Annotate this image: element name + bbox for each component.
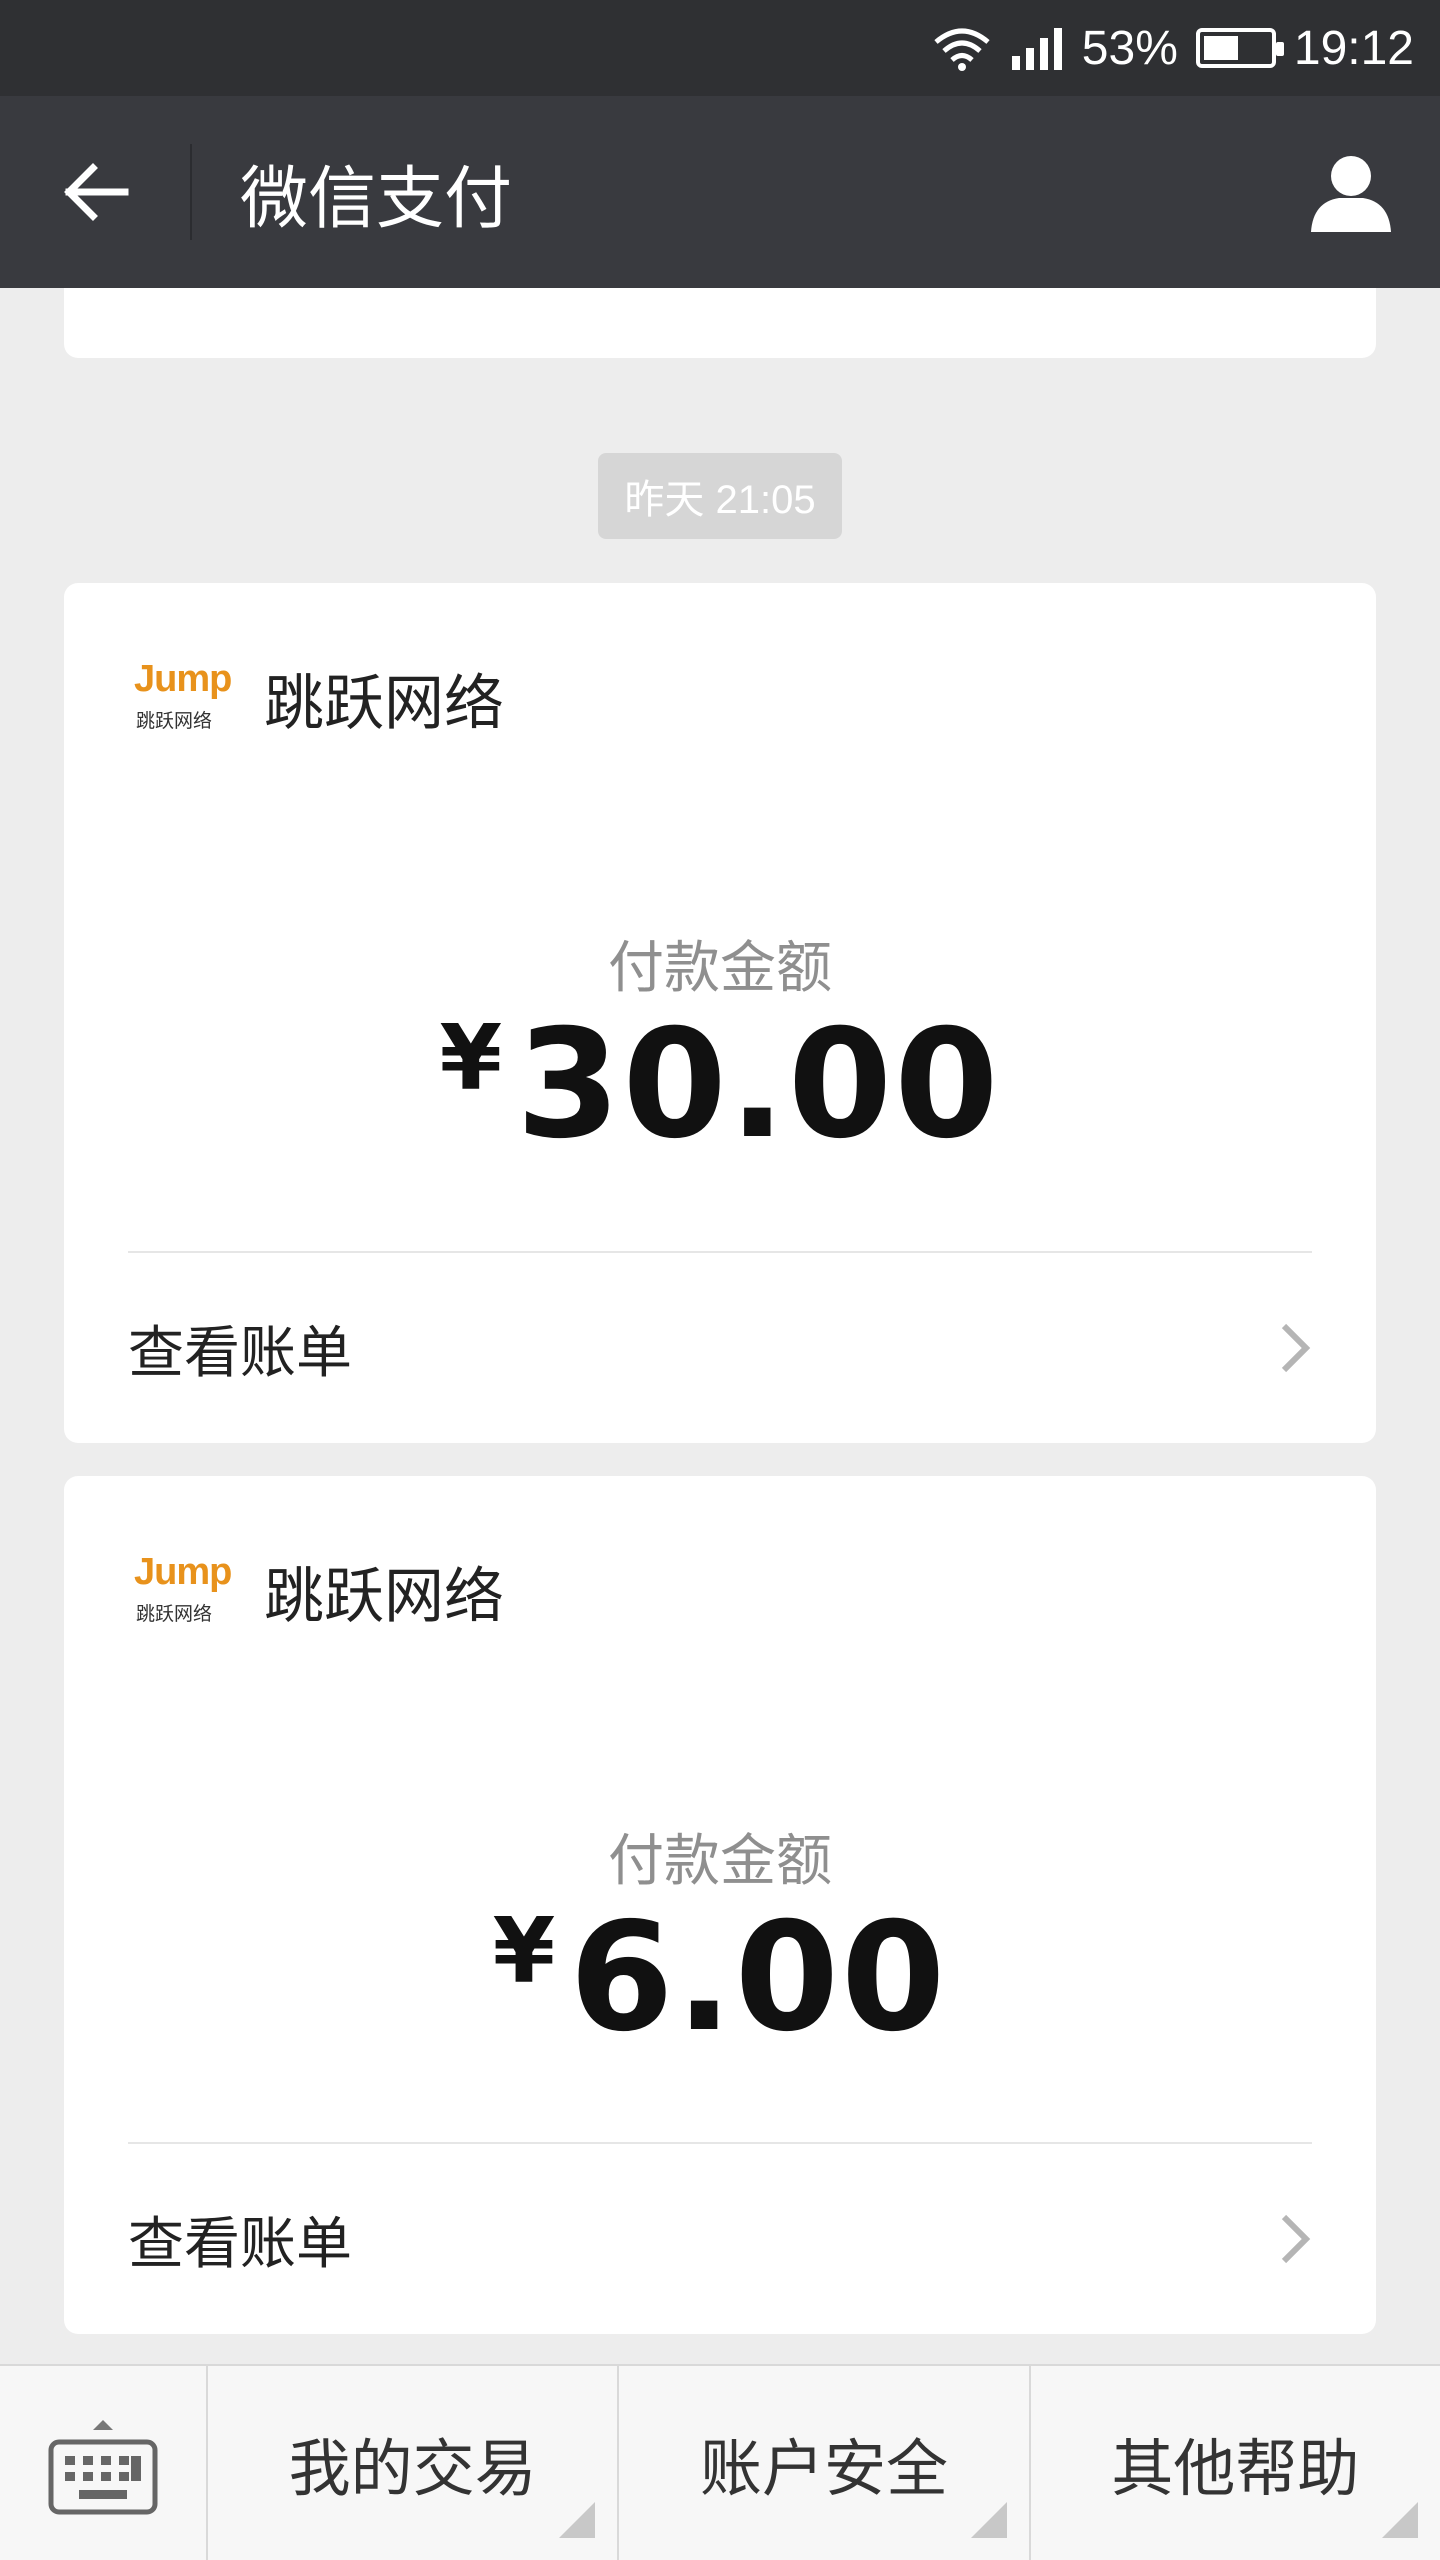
person-icon — [1311, 156, 1391, 232]
menu-other-help[interactable]: 其他帮助 — [1031, 2366, 1440, 2560]
keyboard-toggle-button[interactable] — [0, 2366, 208, 2560]
keyboard-icon — [48, 2420, 158, 2515]
view-bill-label: 查看账单 — [128, 2211, 352, 2277]
menu-label: 账户安全 — [699, 2432, 948, 2505]
logo-subtext: 跳跃网络 — [136, 710, 213, 732]
message-list[interactable]: 昨天 21:05 Jump 跳跃网络 跳跃网络 付款金额 ¥30.00 查看账单… — [0, 288, 1440, 2364]
currency-symbol: ¥ — [492, 1899, 556, 2004]
payment-amount: 6.00 — [569, 1891, 948, 2065]
currency-symbol: ¥ — [439, 1006, 503, 1111]
amount-label: 付款金额 — [608, 936, 832, 1001]
battery-icon — [1195, 28, 1284, 68]
page-title: 微信支付 — [240, 159, 513, 239]
menu-label: 我的交易 — [288, 2432, 537, 2505]
amount-row: ¥6.00 — [64, 1891, 1376, 2065]
previous-card — [64, 288, 1376, 358]
bottom-menu: 我的交易 账户安全 其他帮助 — [0, 2364, 1440, 2560]
timestamp: 昨天 21:05 — [598, 453, 842, 539]
battery-fill — [1203, 36, 1238, 60]
menu-my-transactions[interactable]: 我的交易 — [208, 2366, 620, 2560]
view-bill-row[interactable]: 查看账单 — [128, 1253, 1312, 1443]
payment-amount: 30.00 — [516, 998, 1001, 1172]
view-bill-row[interactable]: 查看账单 — [128, 2144, 1312, 2334]
logo-text: Jump — [134, 1551, 232, 1593]
payment-card: Jump 跳跃网络 跳跃网络 付款金额 ¥30.00 查看账单 — [64, 583, 1376, 1443]
submenu-indicator-icon — [1381, 2502, 1418, 2538]
logo-text: Jump — [134, 658, 232, 700]
profile-button[interactable] — [1276, 96, 1426, 288]
menu-account-security[interactable]: 账户安全 — [619, 2366, 1031, 2560]
timestamp-row: 昨天 21:05 — [0, 453, 1440, 539]
merchant-name: 跳跃网络 — [264, 1561, 504, 1632]
arrow-left-icon — [64, 163, 129, 221]
submenu-indicator-icon — [559, 2502, 596, 2538]
battery-percent: 53% — [1081, 21, 1178, 75]
back-button[interactable] — [0, 96, 190, 288]
chevron-right-icon — [1281, 1323, 1311, 1373]
merchant-name: 跳跃网络 — [264, 668, 504, 739]
chevron-right-icon — [1281, 2214, 1311, 2264]
amount-row: ¥30.00 — [64, 998, 1376, 1172]
merchant-row: Jump 跳跃网络 跳跃网络 — [134, 1536, 504, 1646]
status-time: 19:12 — [1293, 21, 1414, 75]
merchant-logo: Jump 跳跃网络 — [134, 650, 232, 746]
merchant-row: Jump 跳跃网络 跳跃网络 — [134, 643, 504, 753]
submenu-indicator-icon — [970, 2502, 1007, 2538]
menu-label: 其他帮助 — [1111, 2432, 1360, 2505]
merchant-logo: Jump 跳跃网络 — [134, 1543, 232, 1639]
payment-card: Jump 跳跃网络 跳跃网络 付款金额 ¥6.00 查看账单 — [64, 1476, 1376, 2334]
view-bill-label: 查看账单 — [128, 1320, 352, 1386]
amount-label: 付款金额 — [608, 1829, 832, 1894]
signal-icon — [1011, 28, 1062, 70]
title-bar: 微信支付 — [0, 96, 1440, 288]
status-bar: 53% 19:12 — [0, 0, 1440, 96]
logo-subtext: 跳跃网络 — [136, 1603, 213, 1625]
wifi-icon — [934, 28, 990, 71]
title-divider — [190, 144, 192, 240]
